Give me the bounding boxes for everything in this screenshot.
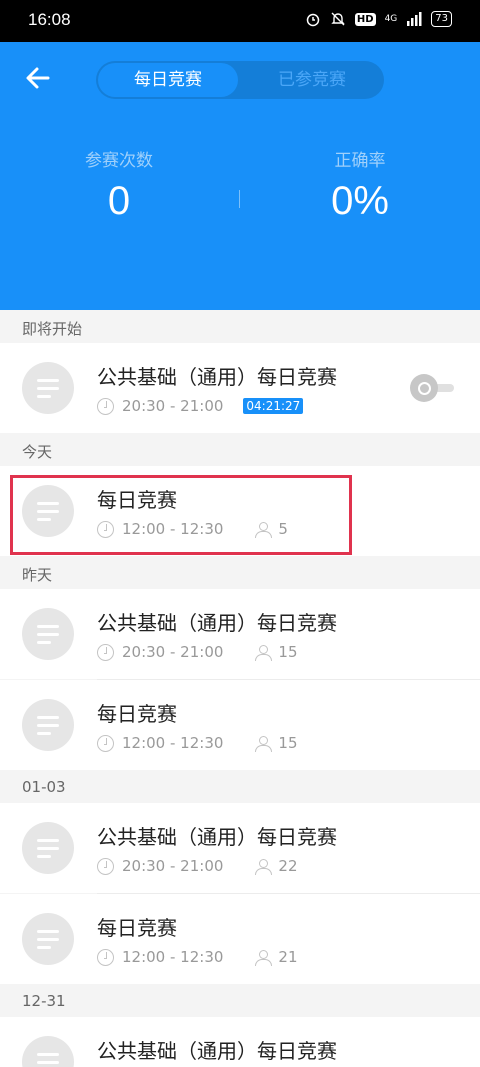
stat-accuracy-value: 0% — [331, 179, 389, 223]
countdown-badge: 04:21:27 — [243, 398, 304, 414]
alarm-toggle-icon[interactable] — [410, 374, 456, 402]
section-header: 12-31 — [0, 984, 480, 1017]
contest-time: 20:30 - 21:00 — [122, 397, 224, 415]
list-icon — [22, 608, 74, 660]
contest-time: 20:30 - 21:00 — [122, 643, 224, 661]
section-label: 01-03 — [22, 778, 66, 796]
person-icon — [255, 949, 273, 966]
list-icon — [22, 913, 74, 965]
contest-meta: 12:00 - 12:30 5 — [97, 520, 288, 538]
list-icon — [22, 822, 74, 874]
participant-count: 15 — [278, 643, 298, 661]
contest-item[interactable]: 每日竞赛 12:00 - 12:30 5 — [0, 466, 480, 556]
stat-divider — [239, 190, 240, 208]
contest-item[interactable]: 公共基础（通用）每日竞赛 20:30 - 21:00 22 — [0, 803, 480, 893]
contest-title: 每日竞赛 — [97, 702, 177, 726]
contest-item[interactable]: 每日竞赛 12:00 - 12:30 15 — [0, 680, 480, 770]
participant-count: 21 — [278, 948, 298, 966]
network-type: 4G — [384, 14, 398, 24]
clock-icon — [97, 520, 114, 538]
contest-item[interactable]: 每日竞赛 12:00 - 12:30 21 — [0, 894, 480, 984]
contest-item[interactable]: 公共基础（通用）每日竞赛 20:30 - 21:00 15 — [0, 589, 480, 679]
list-icon — [22, 362, 74, 414]
contest-title: 每日竞赛 — [97, 488, 177, 512]
clock-icon — [97, 857, 114, 875]
list-icon — [22, 1036, 74, 1067]
status-bar: 16:08 HD 4G 73 — [0, 0, 480, 42]
section-label: 即将开始 — [22, 320, 83, 338]
signal-icon — [407, 12, 422, 26]
list-icon — [22, 485, 74, 537]
contest-meta: 20:30 - 21:00 15 — [97, 643, 298, 661]
hd-icon: HD — [354, 12, 376, 26]
tab-joined-contests[interactable]: 已参竞赛 — [242, 63, 382, 97]
contest-title: 公共基础（通用）每日竞赛 — [97, 1039, 337, 1063]
stat-accuracy: 正确率 0% — [280, 146, 440, 224]
mute-icon — [331, 12, 345, 26]
contest-meta: 20:30 - 21:00 04:21:27 — [97, 397, 304, 415]
alarm-icon — [306, 13, 320, 27]
stat-participations-value: 0 — [107, 179, 131, 223]
stat-accuracy-label: 正确率 — [334, 151, 386, 171]
contest-title: 每日竞赛 — [97, 916, 177, 940]
person-icon — [255, 521, 273, 538]
section-header: 01-03 — [0, 770, 480, 803]
battery-level: 73 — [431, 11, 452, 27]
contest-time: 12:00 - 12:30 — [122, 520, 224, 538]
person-icon — [255, 735, 273, 752]
clock-icon — [97, 734, 114, 752]
back-arrow-icon[interactable] — [24, 64, 52, 92]
tab-switcher: 每日竞赛 已参竞赛 — [96, 61, 384, 99]
stat-participations-label: 参赛次数 — [85, 151, 153, 171]
contest-title: 公共基础（通用）每日竞赛 — [97, 611, 337, 635]
contest-time: 20:30 - 21:00 — [122, 857, 224, 875]
section-label: 12-31 — [22, 992, 66, 1010]
tab-daily-contest[interactable]: 每日竞赛 — [98, 63, 238, 97]
section-label: 今天 — [22, 443, 53, 461]
clock-icon — [97, 948, 114, 966]
participant-count: 22 — [278, 857, 298, 875]
person-icon — [255, 858, 273, 875]
contest-item[interactable]: 公共基础（通用）每日竞赛 — [0, 1017, 480, 1067]
contest-meta: 20:30 - 21:00 22 — [97, 857, 298, 875]
contest-meta: 12:00 - 12:30 15 — [97, 734, 298, 752]
section-header: 即将开始 — [0, 310, 480, 343]
section-label: 昨天 — [22, 566, 53, 584]
header: 每日竞赛 已参竞赛 参赛次数 0 正确率 0% — [0, 42, 480, 310]
contest-title: 公共基础（通用）每日竞赛 — [97, 825, 337, 849]
clock-icon — [97, 397, 114, 415]
person-icon — [255, 644, 273, 661]
participant-count: 15 — [278, 734, 298, 752]
section-header: 今天 — [0, 433, 480, 466]
contest-item[interactable]: 公共基础（通用）每日竞赛 20:30 - 21:00 04:21:27 — [0, 343, 480, 433]
list-icon — [22, 699, 74, 751]
stat-participations: 参赛次数 0 — [39, 146, 199, 224]
contest-title: 公共基础（通用）每日竞赛 — [97, 365, 337, 389]
clock-icon — [97, 643, 114, 661]
contest-time: 12:00 - 12:30 — [122, 734, 224, 752]
status-icons: HD 4G 73 — [305, 11, 452, 27]
contest-time: 12:00 - 12:30 — [122, 948, 224, 966]
status-time: 16:08 — [28, 10, 71, 29]
participant-count: 5 — [278, 520, 288, 538]
section-header: 昨天 — [0, 556, 480, 589]
contest-meta: 12:00 - 12:30 21 — [97, 948, 298, 966]
